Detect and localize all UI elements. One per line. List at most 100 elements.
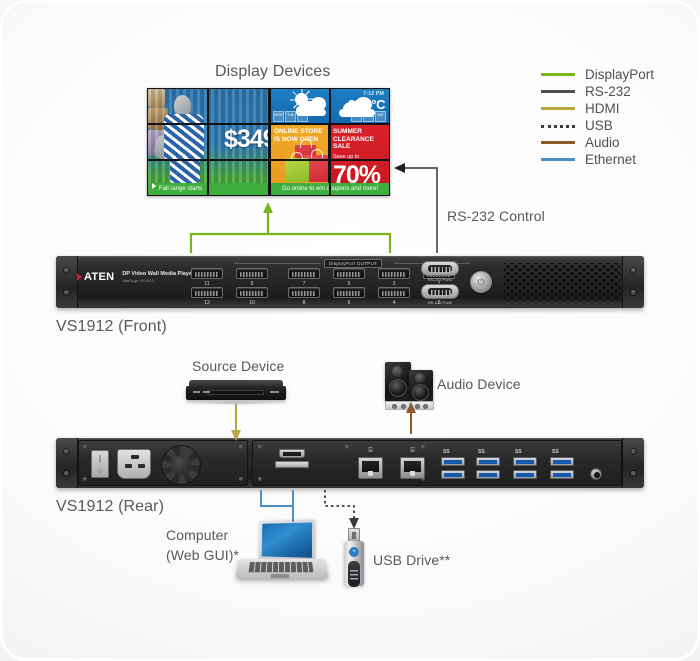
dp-port-12[interactable] — [191, 287, 223, 298]
promo-headline: SUMMER CLEARANCE SALE — [333, 128, 374, 150]
forecast-days-left: MON TUE WED — [273, 111, 308, 122]
rack-ear-right — [622, 256, 644, 308]
ethernet-icon: ⌸ — [368, 447, 373, 454]
legend-label: Ethernet — [585, 152, 637, 167]
rs232-port-1-label: RS-232 Port1 — [427, 277, 453, 282]
news-ticker-left: Fall range starts — [148, 183, 269, 195]
dp-port-3[interactable] — [378, 268, 410, 279]
forecast-day: WED — [297, 111, 308, 122]
dp-port-number: 4 — [392, 300, 396, 306]
internal-fan — [161, 445, 201, 485]
rear-io-section: ⌸ ⌸ SS SS SS SS — [252, 440, 622, 486]
ethernet-port-1[interactable] — [358, 457, 383, 479]
front-panel-caption: VS1912 (Front) — [56, 318, 167, 335]
hdmi-port-shroud — [275, 461, 309, 468]
forecast-day: MON — [273, 111, 284, 122]
forecast-day: TUE — [285, 111, 296, 122]
vs1912-rear-panel: ⌸ ⌸ SS SS SS SS — [56, 438, 644, 488]
product-name: DP Video Wall Media Player — [122, 271, 195, 277]
usb-port-5[interactable] — [513, 457, 537, 466]
usb-ss-label: SS — [443, 449, 450, 455]
legend-label: USB — [585, 118, 613, 133]
legend-item-displayport: DisplayPort — [541, 66, 654, 83]
laptop-trackpad — [270, 573, 290, 579]
price-text: $349 — [224, 125, 269, 153]
usb-port-2[interactable] — [441, 470, 465, 479]
video-wall: $349 Fall range starts 7:12 PM 25.5°C MO… — [147, 88, 390, 196]
usb-brand-icon: • — [349, 547, 359, 557]
laptop-keyboard — [248, 561, 314, 573]
speaker-left — [385, 362, 411, 402]
ethernet-port-2[interactable] — [400, 457, 425, 479]
legend-item-hdmi: HDMI — [541, 100, 654, 117]
usb-ss-label: SS — [478, 449, 485, 455]
wire-rs232 — [394, 163, 438, 253]
power-button-icon[interactable] — [470, 271, 492, 293]
dp-port-number: 10 — [249, 300, 255, 306]
dp-port-number: 6 — [347, 300, 351, 306]
usb-ss-label: SS — [552, 449, 559, 455]
line-swatch-icon — [541, 66, 575, 83]
usb-flash-drive: • — [344, 528, 364, 587]
forecast-day: FRI — [363, 111, 374, 122]
dp-port-7[interactable] — [288, 268, 320, 279]
video-wall-panel-fashion: $349 Fall range starts — [148, 89, 269, 195]
dp-port-8[interactable] — [288, 287, 320, 298]
usb-port-6[interactable] — [513, 470, 537, 479]
speaker-right — [409, 370, 433, 402]
source-device-label: Source Device — [192, 358, 285, 374]
audio-device-label: Audio Device — [437, 376, 521, 392]
dp-port-10[interactable] — [236, 287, 268, 298]
legend-label: Audio — [585, 135, 620, 150]
displayport-output-label: DisplayPort OUTPUT — [324, 259, 383, 268]
computer-label-line1: Computer — [166, 527, 229, 543]
dp-port-number: 12 — [204, 300, 210, 306]
usb-port-7[interactable] — [550, 457, 574, 466]
speaker-stand-left — [385, 401, 412, 410]
promo-subtext: Save up to — [333, 154, 360, 160]
product-model: VanGuys VS1912 — [122, 278, 154, 283]
usb-drive-window — [348, 561, 360, 587]
dp-port-11[interactable] — [191, 268, 223, 279]
video-wall-panel-weather: 7:12 PM 25.5°C MON TUE WED THU FRI SAT — [271, 89, 389, 123]
legend-label: DisplayPort — [585, 67, 655, 82]
vs1912-front-panel: ATEN DP Video Wall Media Player VanGuys … — [56, 256, 644, 308]
rs232-control-label: RS-232 Control — [447, 208, 545, 224]
legend-label: RS-232 — [585, 84, 631, 99]
audio-output-jack[interactable] — [590, 468, 602, 480]
dotted-line-swatch-icon — [541, 117, 575, 134]
ethernet-icon: ⌸ — [410, 447, 415, 454]
forecast-day: SAT — [375, 111, 386, 122]
line-swatch-icon — [541, 134, 575, 151]
rack-ear-left — [56, 256, 78, 308]
laptop-computer — [235, 519, 329, 586]
rear-power-section — [78, 440, 248, 486]
legend: DisplayPort RS-232 HDMI USB Audio Ethern… — [541, 66, 654, 168]
dp-port-6[interactable] — [333, 287, 365, 298]
speaker-stand-right — [409, 401, 434, 410]
dp-port-5[interactable] — [333, 268, 365, 279]
source-device-player — [186, 380, 286, 405]
brand-name: ATEN — [76, 271, 114, 283]
audio-device-speakers — [385, 362, 440, 410]
laptop-base — [235, 558, 329, 580]
dp-port-9[interactable] — [236, 268, 268, 279]
aten-brand-logo: ATEN DP Video Wall Media Player VanGuys … — [76, 271, 195, 283]
line-swatch-icon — [541, 83, 575, 100]
usb-port-4[interactable] — [476, 470, 500, 479]
ticker-text: Fall range starts — [159, 186, 203, 192]
rs232-port-2[interactable] — [421, 284, 459, 299]
power-rocker-switch[interactable] — [91, 450, 109, 478]
usb-port-1[interactable] — [441, 457, 465, 466]
hdmi-input-port[interactable] — [279, 449, 305, 458]
play-icon — [152, 183, 156, 189]
usb-port-3[interactable] — [476, 457, 500, 466]
ventilation-grille — [504, 263, 620, 301]
line-swatch-icon — [541, 151, 575, 168]
forecast-days-right: THU FRI SAT — [351, 111, 386, 122]
usb-port-8[interactable] — [550, 470, 574, 479]
legend-item-ethernet: Ethernet — [541, 151, 654, 168]
rs232-port-1[interactable] — [421, 261, 459, 276]
dp-port-4[interactable] — [378, 287, 410, 298]
shopping-bag-icon — [285, 152, 309, 182]
